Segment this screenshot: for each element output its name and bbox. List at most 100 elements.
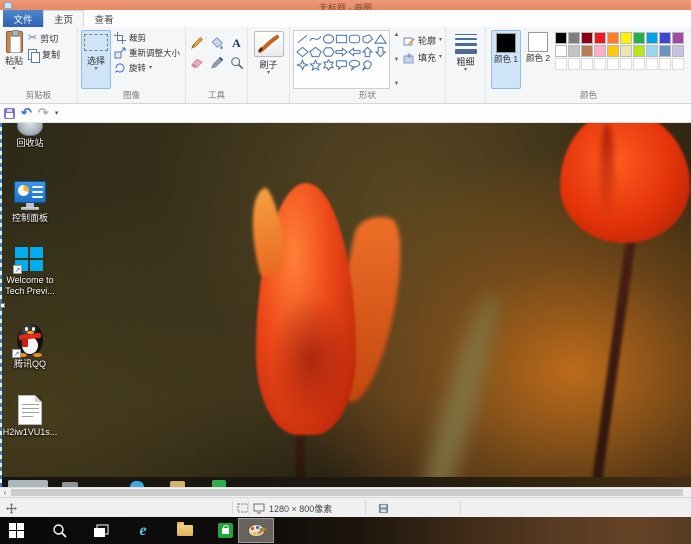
scissors-icon: ✂ [28,33,37,44]
shape-pentagon[interactable] [309,46,322,58]
palette-empty-slot[interactable] [672,58,684,70]
scrollbar-thumb[interactable] [11,489,683,496]
customize-qat-arrow[interactable]: ▾ [55,109,59,117]
magnifier-icon [230,56,244,70]
undo-button[interactable]: ↶ [21,107,32,119]
palette-swatch[interactable] [607,45,619,57]
ribbon-tab-row: 文件 主页 查看 [0,10,691,27]
shape-oval-callout[interactable] [348,59,361,71]
brushes-button[interactable]: 刷子 ▾ [252,30,286,89]
redo-button[interactable]: ↷ [38,107,49,119]
palette-swatch[interactable] [581,32,593,44]
palette-empty-slot[interactable] [633,58,645,70]
selection-handle[interactable] [0,303,5,308]
shape-outline-button[interactable]: 轮廓 ▾ [403,34,442,47]
shape-rectangle[interactable] [335,33,348,45]
resize-button[interactable]: 重新调整大小 [114,47,180,59]
desktop-icon-qq: ↗ 腾讯QQ [2,323,58,370]
cut-button[interactable]: ✂ 剪切 [28,32,60,45]
palette-swatch[interactable] [672,32,684,44]
palette-swatch[interactable] [594,45,606,57]
palette-swatch[interactable] [581,45,593,57]
internet-explorer-button[interactable]: e [134,522,152,539]
eyedropper-tool[interactable] [208,54,226,72]
paint-window: 无标题 - 画图 文件 主页 查看 粘贴 ▾ ✂ 剪切 [0,0,691,544]
copy-button[interactable]: 复制 [28,48,60,61]
scroll-left-arrow[interactable]: ‹ [0,488,10,497]
crop-button[interactable]: 裁剪 [114,32,180,44]
shape-five-point-star[interactable] [309,59,322,71]
palette-swatch[interactable] [672,45,684,57]
shape-right-arrow[interactable] [335,46,348,58]
shape-triangle[interactable] [374,33,387,45]
paint-canvas[interactable]: 回收站 控制面板 ↗ Welcome to Tech Previ... ↗ 腾讯… [0,123,691,487]
shape-polygon[interactable] [361,33,374,45]
color2-button[interactable]: 颜色 2 [523,30,553,89]
shapes-scroll-down[interactable]: ▼ [393,57,400,63]
task-view-button[interactable] [92,522,110,539]
palette-empty-slot[interactable] [607,58,619,70]
shape-six-point-star[interactable] [322,59,335,71]
palette-empty-slot[interactable] [581,58,593,70]
search-button[interactable] [50,522,68,539]
start-button[interactable] [7,522,25,539]
magnifier-tool[interactable] [228,54,246,72]
shapes-scroll-up[interactable]: ▲ [393,32,400,38]
palette-swatch[interactable] [620,45,632,57]
shortcut-arrow-icon: ↗ [12,349,21,358]
palette-swatch[interactable] [659,45,671,57]
rotate-button[interactable]: 旋转 ▾ [114,62,180,74]
palette-swatch[interactable] [646,32,658,44]
palette-swatch[interactable] [555,32,567,44]
shape-hexagon[interactable] [322,46,335,58]
shape-down-arrow[interactable] [374,46,387,58]
shape-oval[interactable] [322,33,335,45]
palette-swatch[interactable] [633,32,645,44]
shape-up-arrow[interactable] [361,46,374,58]
shape-left-arrow[interactable] [348,46,361,58]
paste-button[interactable]: 粘贴 ▾ [3,30,25,89]
store-button[interactable] [216,522,234,539]
shape-diamond[interactable] [296,46,309,58]
text-tool[interactable]: A [228,34,246,52]
shape-four-point-star[interactable] [296,59,309,71]
shape-line[interactable] [296,33,309,45]
palette-empty-slot[interactable] [568,58,580,70]
file-explorer-button[interactable] [176,522,194,539]
shape-rounded-callout[interactable] [335,59,348,71]
tab-view[interactable]: 查看 [84,10,124,27]
palette-swatch[interactable] [659,32,671,44]
palette-swatch[interactable] [646,45,658,57]
palette-swatch[interactable] [568,45,580,57]
shapes-more-button[interactable]: ▼ [393,81,400,87]
color1-button[interactable]: 颜色 1 [491,30,521,89]
palette-empty-slot[interactable] [659,58,671,70]
select-button[interactable]: 选择 ▾ [81,30,111,89]
paste-icon [6,31,23,53]
tab-home[interactable]: 主页 [43,10,84,27]
size-button[interactable]: 粗细 ▾ [453,30,479,89]
palette-swatch[interactable] [568,32,580,44]
tab-file[interactable]: 文件 [3,10,43,27]
eraser-tool[interactable] [188,54,206,72]
palette-empty-slot[interactable] [594,58,606,70]
shape-rounded-rectangle[interactable] [348,33,361,45]
palette-swatch[interactable] [555,45,567,57]
shape-curve[interactable] [309,33,322,45]
paint-taskbar-button[interactable] [247,522,265,539]
shape-fill-button[interactable]: 填充 ▾ [403,51,442,64]
palette-swatch[interactable] [633,45,645,57]
palette-swatch[interactable] [607,32,619,44]
palette-empty-slot[interactable] [620,58,632,70]
right-tulip-shading [600,123,614,223]
status-bar: 1280 × 800像素 [0,497,691,517]
fill-tool[interactable] [208,34,226,52]
shape-cloud-callout[interactable] [361,59,374,71]
save-button[interactable] [4,108,15,119]
horizontal-scrollbar[interactable]: ‹ [0,487,691,497]
palette-empty-slot[interactable] [646,58,658,70]
palette-swatch[interactable] [620,32,632,44]
palette-swatch[interactable] [594,32,606,44]
palette-empty-slot[interactable] [555,58,567,70]
pencil-tool[interactable] [188,34,206,52]
